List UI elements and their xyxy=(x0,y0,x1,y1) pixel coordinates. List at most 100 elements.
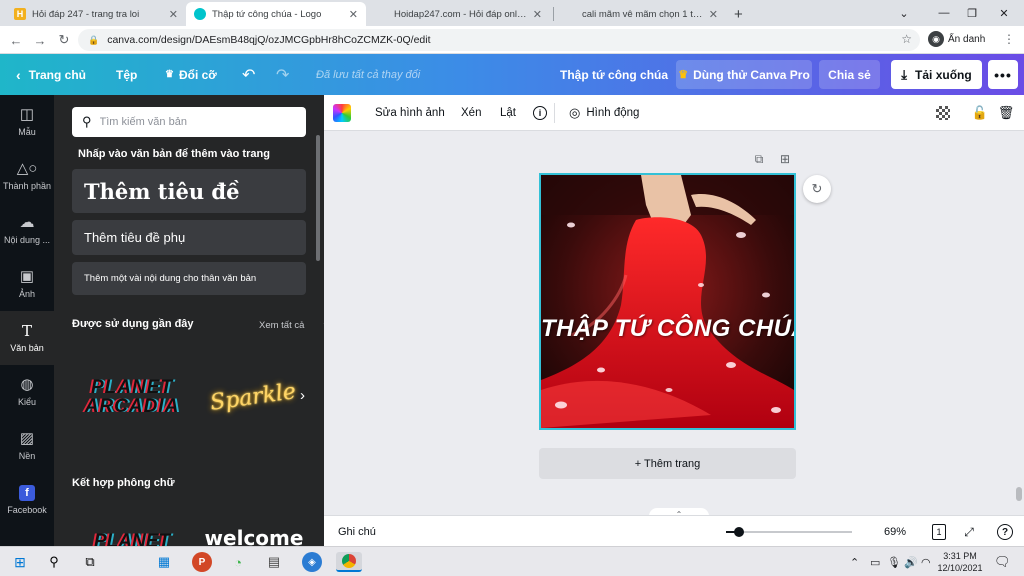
design-title-field[interactable]: Thập tứ công chúa xyxy=(560,54,668,95)
rail-item-text[interactable]: T Văn bản xyxy=(0,311,54,365)
browser-menu-icon[interactable]: ⋮ xyxy=(1003,32,1015,46)
powerpoint-icon[interactable]: P xyxy=(192,552,212,572)
flip-button[interactable]: Lật xyxy=(500,95,516,131)
rail-item-styles[interactable]: ◍ Kiểu xyxy=(0,365,54,419)
chevron-right-icon[interactable]: › xyxy=(300,387,305,404)
try-pro-button[interactable]: ♛ Dùng thử Canva Pro xyxy=(676,60,812,89)
more-options-button[interactable]: ••• xyxy=(988,60,1018,89)
crop-button[interactable]: Xén xyxy=(461,95,481,131)
close-tab-icon[interactable]: ✕ xyxy=(533,8,542,21)
app-icon[interactable]: ◈ xyxy=(302,552,322,572)
rail-item-background[interactable]: ▨ Nền xyxy=(0,419,54,473)
lock-icon[interactable]: 🔓 xyxy=(971,104,989,122)
rail-item-elements[interactable]: △○ Thành phần xyxy=(0,149,54,203)
panel-hint: Nhấp vào văn bản để thêm vào trang xyxy=(78,148,270,160)
zoom-percentage[interactable]: 69% xyxy=(884,516,906,547)
canvas-scrollbar[interactable] xyxy=(1016,487,1022,501)
browser-tab-hoidap247[interactable]: Hoidap247.com - Hỏi đáp online ✕ xyxy=(368,2,550,26)
rail-item-uploads[interactable]: ☁ Nội dung ... xyxy=(0,203,54,257)
task-view-icon[interactable]: ⧉ xyxy=(80,552,100,572)
animate-button[interactable]: ◎ Hình động xyxy=(569,95,639,131)
add-page-icon[interactable]: ⊞ xyxy=(778,152,792,166)
refresh-design-button[interactable]: ↻ xyxy=(803,175,831,203)
incognito-badge[interactable]: ◉ Ẩn danh xyxy=(928,31,985,47)
duplicate-page-icon[interactable]: ⧉ xyxy=(752,152,766,166)
trash-icon[interactable]: 🗑 xyxy=(997,104,1015,122)
back-icon[interactable]: ← xyxy=(6,30,26,50)
download-button[interactable]: ⤓ Tải xuống xyxy=(891,60,982,89)
reload-icon[interactable]: ↻ xyxy=(54,30,74,50)
edit-image-button[interactable]: Sửa hình ảnh xyxy=(375,95,445,131)
bookmark-star-icon[interactable]: ☆ xyxy=(901,32,912,46)
browser-tab-canva[interactable]: Thập tứ công chúa - Logo ✕ xyxy=(186,2,366,26)
info-button[interactable]: i xyxy=(533,95,547,131)
close-window-icon[interactable]: ✕ xyxy=(984,0,1024,26)
rail-item-photos[interactable]: ▣ Ảnh xyxy=(0,257,54,311)
transparency-button[interactable] xyxy=(934,104,952,122)
file-menu-button[interactable]: Tệp xyxy=(116,54,137,95)
fullscreen-icon[interactable]: ⤢ xyxy=(960,523,978,541)
panel-scrollbar[interactable] xyxy=(316,135,320,261)
design-page[interactable]: THẬP TỨ CÔNG CHÚA xyxy=(539,173,796,430)
canvas-area: ⧉ ⊞ THẬP TỨ CÔNG CHÚA ↻ + Thêm trang ⌃ xyxy=(324,131,1024,520)
zoom-slider[interactable] xyxy=(726,527,852,537)
blank-favicon-icon xyxy=(564,8,576,20)
notes-button[interactable]: Ghi chú xyxy=(338,516,376,547)
undo-icon[interactable]: ↶ xyxy=(242,54,255,95)
calculator-icon[interactable]: ▤ xyxy=(264,552,284,572)
add-body-text-button[interactable]: Thêm một vài nội dung cho thân văn bản xyxy=(72,262,306,295)
wifi-icon[interactable]: ◠ xyxy=(921,547,931,576)
tray-chevron-icon[interactable]: ⌃ xyxy=(850,547,859,576)
chevron-left-icon: ‹ xyxy=(16,66,21,83)
add-page-button[interactable]: + Thêm trang xyxy=(539,448,796,479)
notifications-icon[interactable]: 🗨 xyxy=(994,547,1011,576)
chrome-icon[interactable] xyxy=(336,552,362,572)
coccoc-icon[interactable]: ◔ xyxy=(228,552,248,572)
help-button[interactable]: ? xyxy=(996,523,1014,541)
volume-icon[interactable]: 🔊 xyxy=(904,547,918,576)
share-label: Chia sẻ xyxy=(828,67,871,82)
zoom-handle[interactable] xyxy=(733,527,744,537)
new-tab-button[interactable]: + xyxy=(728,2,754,26)
welcome-combo-sample[interactable]: welcome xyxy=(204,523,304,546)
file-label: Tệp xyxy=(116,67,138,82)
rail-label: Kiểu xyxy=(17,397,36,407)
photo-icon: ▣ xyxy=(19,268,35,285)
text-search-input[interactable] xyxy=(99,116,290,128)
close-tab-icon[interactable]: ✕ xyxy=(169,8,178,21)
forward-icon[interactable]: → xyxy=(30,30,50,50)
rail-item-facebook[interactable]: f Facebook xyxy=(0,473,54,527)
browser-tab-hoidap[interactable]: H Hỏi đáp 247 - trang tra loi ✕ xyxy=(6,2,186,26)
url-field[interactable]: 🔒 canva.com/design/DAEsmB48qjQ/ozJMCGpbH… xyxy=(78,29,920,51)
sparkle-sample[interactable]: Sparkle xyxy=(200,358,306,435)
text-search-box[interactable]: ⚲ xyxy=(72,107,306,137)
add-heading-button[interactable]: Thêm tiêu đề xyxy=(72,169,306,213)
see-all-link[interactable]: Xem tất cả xyxy=(259,320,304,331)
color-picker-icon[interactable] xyxy=(333,104,351,122)
page-count-button[interactable]: 1 xyxy=(930,523,948,541)
home-label: Trang chủ xyxy=(28,67,87,82)
search-icon[interactable]: ⚲ xyxy=(44,552,64,572)
rail-item-templates[interactable]: ◫ Mẫu xyxy=(0,95,54,149)
windows-start-icon[interactable]: ⊞ xyxy=(10,552,30,572)
browser-tab-cali[interactable]: cali mãm vê mãm chọn 1 trong 2 ✕ xyxy=(556,2,726,26)
add-subheading-button[interactable]: Thêm tiêu đề phụ xyxy=(72,220,306,255)
planet-arcadia-sample[interactable]: PLANET ARCADIA xyxy=(72,365,192,429)
network-monitor-icon[interactable]: ▭ xyxy=(870,547,880,576)
template-icon: ◫ xyxy=(19,106,35,123)
microphone-icon[interactable]: 🎙 xyxy=(887,547,901,576)
share-button[interactable]: Chia sẻ xyxy=(819,60,880,89)
taskbar-clock[interactable]: 3:31 PM 12/10/2021 xyxy=(934,550,986,574)
blank-favicon-icon xyxy=(376,8,388,20)
url-text: canva.com/design/DAEsmB48qjQ/ozJMCGpbHr8… xyxy=(107,34,431,46)
tab-search-icon[interactable]: ⌄ xyxy=(884,0,924,26)
close-tab-icon[interactable]: ✕ xyxy=(709,8,718,21)
home-button[interactable]: ‹ Trang chủ xyxy=(16,54,86,95)
store-icon[interactable]: ▦ xyxy=(154,552,174,572)
design-title-text[interactable]: THẬP TỨ CÔNG CHÚA xyxy=(541,315,794,343)
resize-button[interactable]: ♛ Đổi cỡ xyxy=(165,54,217,95)
redo-icon[interactable]: ↷ xyxy=(276,54,289,95)
planet-combo-sample[interactable]: PLANET xyxy=(72,531,192,546)
close-tab-icon[interactable]: ✕ xyxy=(349,8,358,21)
rail-label: Ảnh xyxy=(18,289,35,299)
